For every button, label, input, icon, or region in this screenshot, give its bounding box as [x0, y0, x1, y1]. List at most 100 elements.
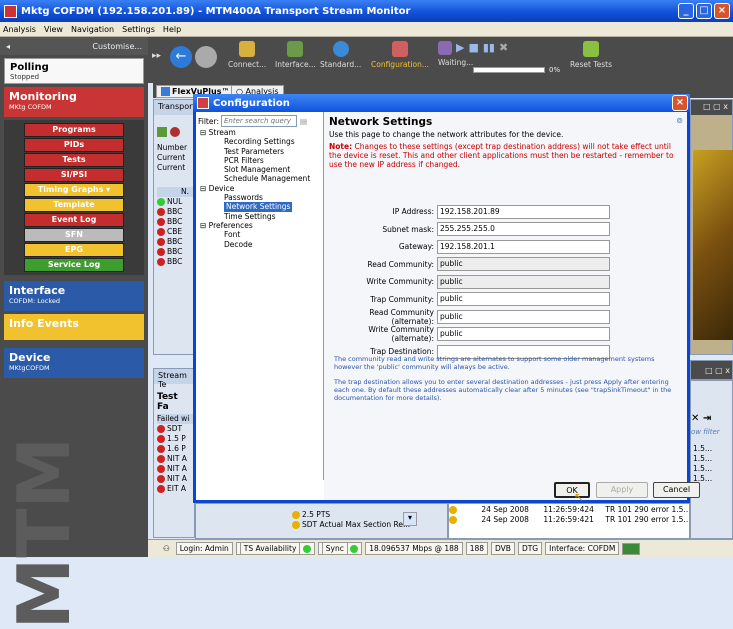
menu-settings[interactable]: Settings	[122, 25, 155, 34]
filter-search-input[interactable]	[220, 115, 297, 127]
menu-analysis[interactable]: Analysis	[3, 25, 36, 34]
write-community-field[interactable]: public	[437, 274, 610, 289]
tree-item-device[interactable]: ⊟ Device	[196, 184, 323, 193]
col-n-header: N.	[157, 187, 194, 197]
gateway-field[interactable]: 192.158.201.1	[437, 239, 610, 254]
standard-label: Standard...	[320, 60, 362, 69]
tree-item-time-settings[interactable]: Time Settings	[196, 212, 323, 221]
list-item[interactable]: SDT Actual Max Section Re...	[292, 520, 447, 530]
play-icon[interactable]: ▶	[456, 41, 464, 55]
table-row[interactable]: 24 Sep 2008 11:26:59:424 TR 101 290 error …	[449, 505, 689, 515]
maximize-button[interactable]: □	[696, 3, 712, 19]
list-item[interactable]: SDT	[157, 424, 194, 434]
trap-community-field[interactable]: public	[437, 292, 610, 307]
info-events-section[interactable]: Info Events	[4, 314, 144, 340]
expand-icon[interactable]: ▸▸	[152, 51, 161, 61]
tree-item-pcr-filters[interactable]: PCR Filters	[196, 156, 323, 165]
cancel-icon[interactable]: ✖	[499, 41, 508, 55]
forward-arrow-icon[interactable]	[195, 46, 217, 68]
list-item[interactable]: 1.5 P	[157, 434, 194, 444]
standard-button[interactable]: Standard...	[320, 41, 361, 69]
tree-item-network-settings[interactable]: Network Settings	[196, 202, 323, 212]
list-item[interactable]: CBE	[157, 227, 194, 237]
configuration-button[interactable]: Configuration...	[371, 41, 429, 69]
reset-tests-button[interactable]: Reset Tests	[570, 41, 612, 69]
stop-icon[interactable]: ■	[468, 41, 478, 55]
interface-section[interactable]: Interface COFDM: Locked	[4, 281, 144, 311]
list-item[interactable]: BBC	[157, 217, 194, 227]
service-log-button[interactable]: Service Log	[24, 258, 124, 272]
close-button[interactable]: ×	[714, 3, 730, 19]
customise-link[interactable]: Customise...	[92, 42, 142, 51]
tree-item-preferences[interactable]: ⊟ Preferences	[196, 221, 323, 230]
sfn-button[interactable]: SFN	[24, 228, 124, 242]
row-filter-link[interactable]: ow filter	[691, 428, 732, 436]
collapse-icon[interactable]: ◂	[6, 42, 10, 51]
status-icon	[157, 475, 165, 483]
list-item[interactable]: BBC	[157, 247, 194, 257]
record-icon[interactable]	[438, 41, 452, 55]
pids-button[interactable]: PIDs	[24, 138, 124, 152]
monitoring-section[interactable]: Monitoring MKtg COFDM	[4, 87, 144, 117]
event-log-button[interactable]: Event Log	[24, 213, 124, 227]
minimize-button[interactable]: _	[678, 3, 694, 19]
status-icon	[157, 485, 165, 493]
read-community-field[interactable]: public	[437, 257, 610, 272]
status-icon	[157, 435, 165, 443]
list-item[interactable]: 1.6 P	[157, 444, 194, 454]
ok-button[interactable]: OK	[554, 482, 590, 498]
list-item[interactable]: NIT A	[157, 454, 194, 464]
pin-icon[interactable]: ⇥	[703, 413, 711, 424]
tree-item-recording-settings[interactable]: Recording Settings	[196, 137, 323, 146]
apply-button[interactable]: Apply	[596, 482, 648, 498]
clear-filter-icon[interactable]: ▤	[300, 117, 307, 126]
list-item[interactable]: EIT A	[157, 484, 194, 494]
template-button[interactable]: Template	[24, 198, 124, 212]
clear-icon[interactable]: ✕	[691, 413, 699, 424]
transport-tool-icon[interactable]	[157, 127, 167, 137]
si-psi-button[interactable]: SI/PSI	[24, 168, 124, 182]
list-item[interactable]: BBC	[157, 237, 194, 247]
ip-address-field[interactable]: 192.158.201.89	[437, 204, 610, 219]
cancel-button[interactable]: Cancel	[653, 482, 700, 498]
tree-item-font[interactable]: Font	[196, 230, 323, 239]
menu-help[interactable]: Help	[163, 25, 181, 34]
programs-button[interactable]: Programs	[24, 123, 124, 137]
video-panel-controls[interactable]: □ ▢ x	[691, 100, 732, 115]
polling-section[interactable]: Polling Stopped	[4, 58, 144, 84]
read-community-alt-field[interactable]: public	[437, 309, 610, 324]
list-item[interactable]: BBC	[157, 257, 194, 267]
pause-icon[interactable]: ▮▮	[483, 41, 495, 55]
tree-item-slot-management[interactable]: Slot Management	[196, 165, 323, 174]
table-row[interactable]: 24 Sep 2008 11:26:59:421 TR 101 290 error …	[449, 515, 689, 525]
subnet-mask-field[interactable]: 255.255.255.0	[437, 222, 610, 237]
epg-button[interactable]: EPG	[24, 243, 124, 257]
device-section[interactable]: Device MKtgCOFDM	[4, 348, 144, 378]
list-item[interactable]: BBC	[157, 207, 194, 217]
customise-bar[interactable]: ◂ Customise...	[0, 37, 148, 55]
tree-item-stream[interactable]: ⊟ Stream	[196, 128, 323, 137]
list-item[interactable]: NIT A	[157, 474, 194, 484]
menu-navigation[interactable]: Navigation	[71, 25, 114, 34]
log-message: TR 101 290 error 1.5....	[605, 505, 689, 514]
menu-view[interactable]: View	[44, 25, 63, 34]
list-item[interactable]: 2.5 PTS	[292, 510, 447, 520]
list-item[interactable]: NIT A	[157, 464, 194, 474]
tree-item-test-parameters[interactable]: Test Parameters	[196, 147, 323, 156]
list-item[interactable]: NUL	[157, 197, 194, 207]
mtm-watermark: MTM	[2, 437, 86, 629]
interface-button[interactable]: Interface...	[275, 41, 316, 69]
tree-item-passwords[interactable]: Passwords	[196, 193, 323, 202]
scroll-down-icon[interactable]: ▾	[403, 512, 417, 526]
dialog-close-button[interactable]: ×	[672, 95, 688, 111]
collapse-icon[interactable]: ⊚	[676, 116, 683, 125]
tree-item-decode[interactable]: Decode	[196, 240, 323, 249]
back-arrow-icon[interactable]: ←	[170, 46, 192, 68]
tree-item-schedule-management[interactable]: Schedule Management	[196, 174, 323, 183]
write-community-alt-field[interactable]: public	[437, 327, 610, 342]
log-panel-controls[interactable]: □ ▢ x	[690, 360, 733, 380]
connect-button[interactable]: Connect...	[228, 41, 266, 69]
timing-graphs-button[interactable]: Timing Graphs ▾	[24, 183, 124, 197]
tests-button[interactable]: Tests	[24, 153, 124, 167]
log-message: TR 101 290 error 1.5....	[605, 515, 689, 524]
